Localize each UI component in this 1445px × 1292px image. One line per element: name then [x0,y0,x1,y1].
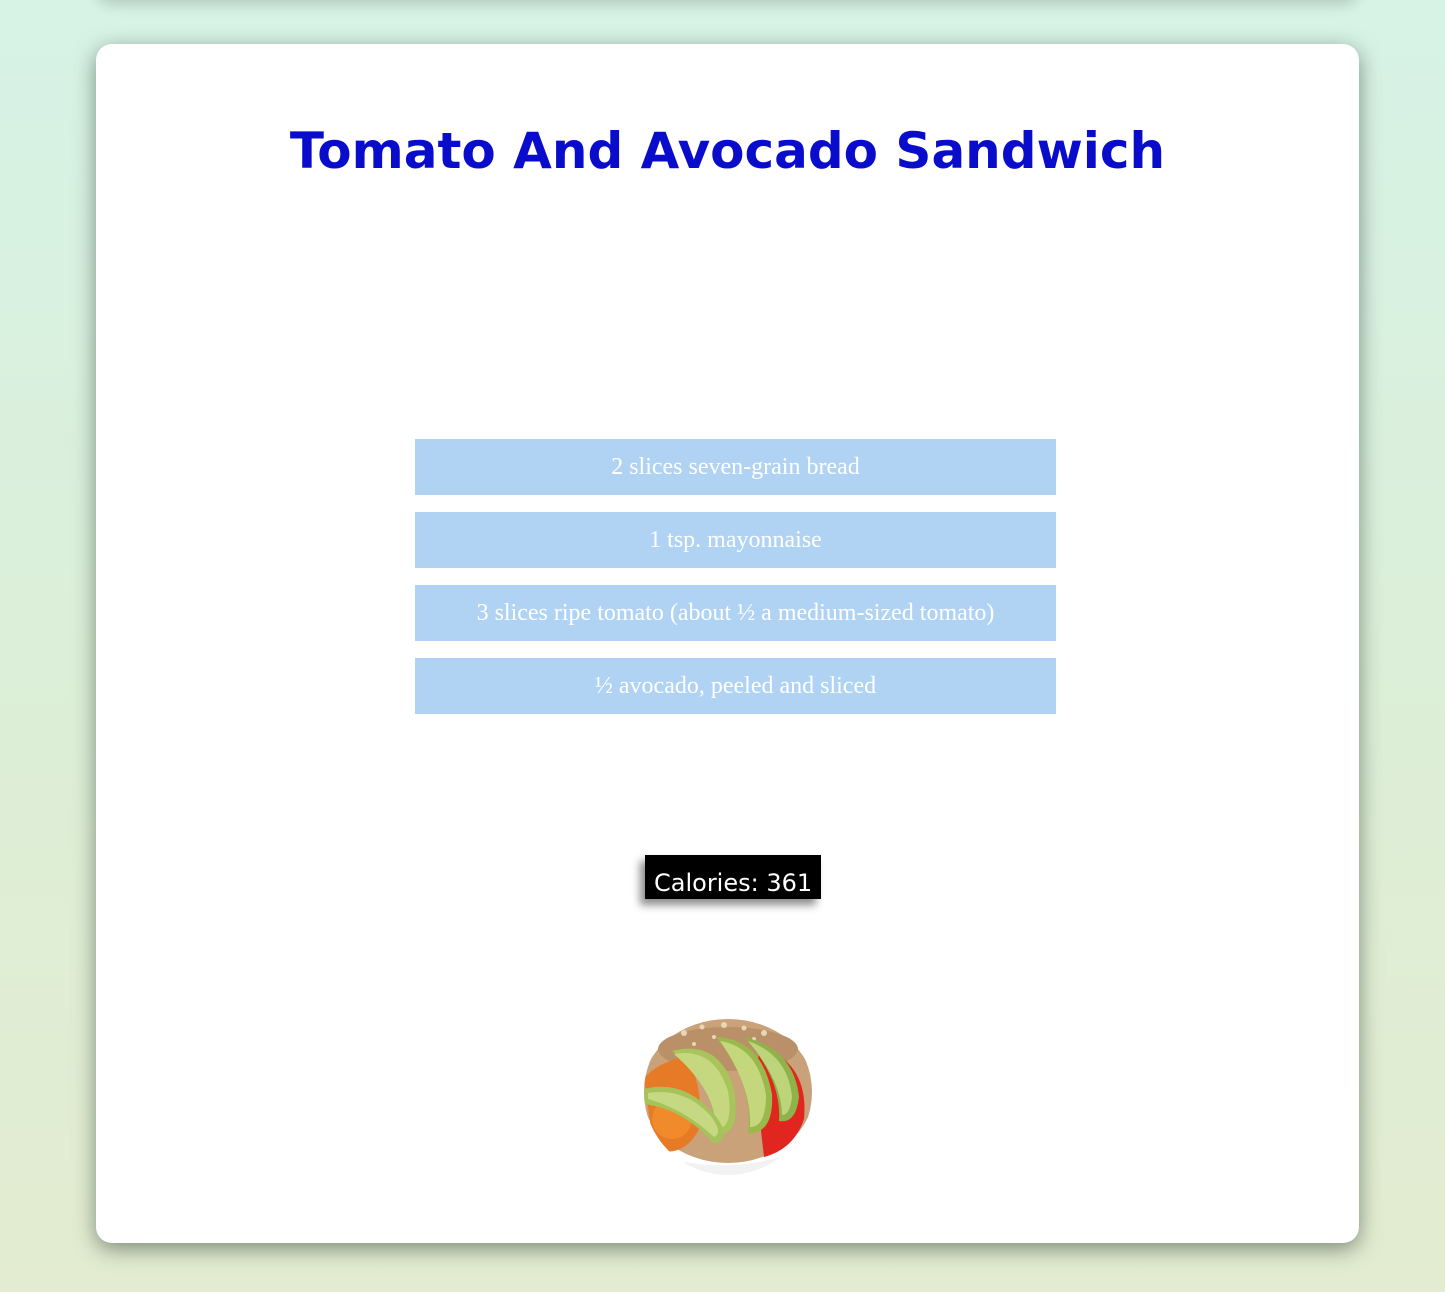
recipe-title: Tomato And Avocado Sandwich [289,122,1166,180]
calories-badge: Calories: 361 [645,855,822,899]
ingredient-item: 3 slices ripe tomato (about ½ a medium-s… [415,585,1056,641]
sandwich-photo [644,1009,812,1175]
ingredient-list: 2 slices seven-grain bread 1 tsp. mayonn… [415,439,1056,731]
ingredient-item: 1 tsp. mayonnaise [415,512,1056,568]
ingredient-item: ½ avocado, peeled and sliced [415,658,1056,714]
recipe-card: Tomato And Avocado Sandwich 2 slices sev… [96,44,1359,1243]
ingredient-item: 2 slices seven-grain bread [415,439,1056,495]
